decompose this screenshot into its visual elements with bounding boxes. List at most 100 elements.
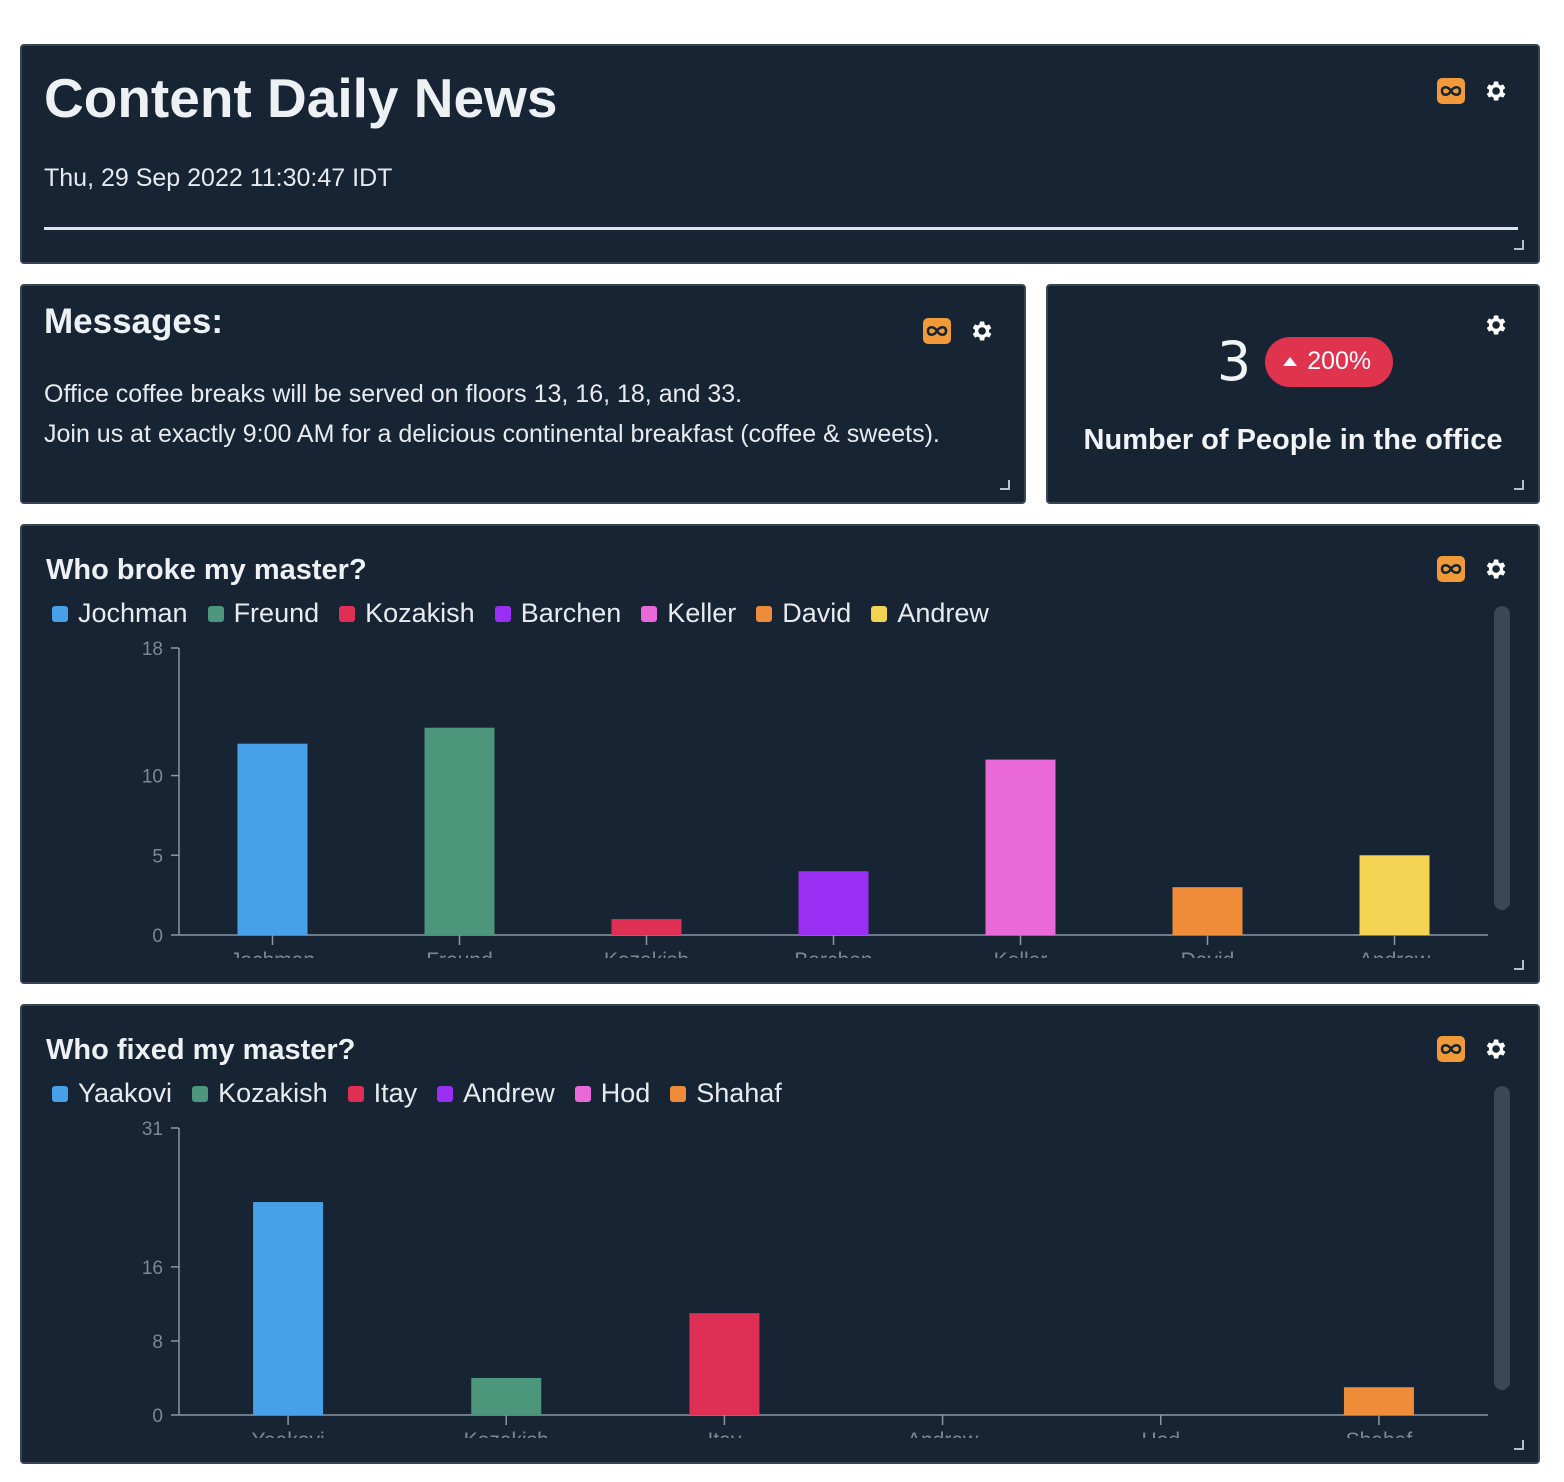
legend-label: Yaakovi: [78, 1078, 173, 1108]
bar-chart-broke: 0 5 10 18 Jochman Freund Kozakish Barchen Keller…: [142, 639, 1488, 958]
x-tick-label: Itay: [707, 1429, 741, 1438]
chart-tools: [1437, 1036, 1508, 1062]
chart-panel-fixed: 0 8 16 31 Yaakovi Kozakish Itay Andrew Hod Shahaf…: [20, 1004, 1540, 1464]
kpi-row: 3 200%: [1048, 330, 1538, 393]
y-tick-label: 8: [152, 1332, 163, 1353]
kpi-change-text: 200%: [1307, 347, 1372, 375]
legend-swatch: [871, 605, 888, 622]
resize-handle-icon[interactable]: [1000, 480, 1010, 490]
legend-item[interactable]: Andrew: [871, 598, 989, 629]
scrollbar[interactable]: [1494, 606, 1510, 910]
x-tick-label: Barchen: [794, 949, 872, 958]
legend-item[interactable]: Kozakish: [339, 598, 475, 629]
x-tick-label: David: [1181, 949, 1235, 958]
gear-icon[interactable]: [968, 318, 994, 344]
kpi-change-badge: 200%: [1265, 336, 1394, 387]
kpi-label: Number of People in the office: [1083, 424, 1503, 456]
resize-handle-icon[interactable]: [1514, 1440, 1524, 1450]
header-tools: [1437, 78, 1508, 104]
infinity-icon[interactable]: [923, 318, 951, 344]
y-tick-label: 16: [142, 1258, 163, 1279]
bar[interactable]: [1343, 1387, 1414, 1415]
x-tick-label: Jochman: [230, 949, 315, 958]
triangle-up-icon: [1283, 357, 1298, 366]
chart-tools: [1437, 556, 1508, 582]
legend-item[interactable]: Jochman: [52, 598, 188, 629]
legend-swatch: [670, 1085, 687, 1102]
legend-item[interactable]: Hod: [574, 1078, 651, 1109]
x-tick-label: Kozakish: [604, 949, 689, 958]
resize-handle-icon[interactable]: [1514, 240, 1524, 250]
legend-item[interactable]: Andrew: [437, 1078, 555, 1109]
y-tick-label: 0: [152, 926, 163, 947]
legend-swatch: [494, 605, 511, 622]
messages-title: Messages:: [44, 302, 223, 341]
infinity-icon[interactable]: [1437, 556, 1465, 582]
bar[interactable]: [985, 759, 1056, 935]
bar[interactable]: [471, 1377, 542, 1415]
x-tick-label: Freund: [426, 949, 493, 958]
y-tick-label: 18: [142, 639, 163, 660]
page-title: Content Daily News: [44, 67, 558, 129]
messages-body: Office coffee breaks will be served on f…: [44, 374, 940, 454]
scrollbar[interactable]: [1494, 1086, 1510, 1390]
legend-label: Andrew: [463, 1078, 555, 1108]
chart-panel-broke: 0 5 10 18 Jochman Freund Kozakish Barchen Keller…: [20, 524, 1540, 984]
legend-label: Itay: [373, 1078, 418, 1108]
legend-swatch: [339, 605, 356, 622]
kpi-panel: 3 200% Number of People in the office: [1046, 284, 1540, 504]
legend-item[interactable]: Shahaf: [670, 1078, 782, 1109]
legend-label: Andrew: [897, 598, 989, 628]
resize-handle-icon[interactable]: [1514, 480, 1524, 490]
chart-title: Who broke my master?: [46, 554, 367, 586]
bar[interactable]: [1359, 855, 1430, 935]
legend-label: Freund: [233, 598, 320, 628]
y-tick-label: 10: [142, 767, 163, 788]
bar-chart-fixed: 0 8 16 31 Yaakovi Kozakish Itay Andrew Hod Shahaf: [142, 1119, 1488, 1438]
legend-item[interactable]: Itay: [347, 1078, 418, 1109]
x-tick-label: Yaakovi: [252, 1429, 325, 1438]
legend-swatch: [574, 1085, 591, 1102]
legend-label: Kozakish: [365, 598, 475, 628]
x-tick-label: Andrew: [1359, 949, 1431, 958]
bar[interactable]: [424, 727, 495, 935]
bar[interactable]: [253, 1202, 324, 1415]
legend-label: Hod: [600, 1078, 651, 1108]
legend-item[interactable]: David: [756, 598, 851, 629]
legend-item[interactable]: Yaakovi: [52, 1078, 172, 1109]
legend-swatch: [437, 1085, 454, 1102]
legend-label: Barchen: [520, 598, 622, 628]
chart-legend: Yaakovi Kozakish Itay Andrew Hod Shahaf: [52, 1078, 782, 1109]
bar[interactable]: [689, 1313, 760, 1415]
infinity-icon[interactable]: [1437, 78, 1465, 104]
message-line: Join us at exactly 9:00 AM for a delicio…: [44, 420, 940, 448]
legend-label: David: [782, 598, 852, 628]
legend-item[interactable]: Freund: [207, 598, 320, 629]
legend-swatch: [756, 605, 773, 622]
bar[interactable]: [798, 871, 869, 935]
legend-swatch: [641, 605, 658, 622]
legend-item[interactable]: Keller: [641, 598, 736, 629]
bar[interactable]: [237, 743, 308, 935]
messages-panel: Messages: Office coffee breaks will be s…: [20, 284, 1026, 504]
y-tick-label: 5: [152, 846, 163, 867]
legend-label: Shahaf: [696, 1078, 782, 1108]
bar[interactable]: [611, 919, 682, 935]
messages-tools: [923, 318, 994, 344]
bar[interactable]: [1172, 887, 1243, 935]
divider: [44, 227, 1518, 230]
y-tick-label: 0: [152, 1406, 163, 1427]
legend-item[interactable]: Kozakish: [192, 1078, 328, 1109]
gear-icon[interactable]: [1482, 556, 1508, 582]
infinity-icon[interactable]: [1437, 1036, 1465, 1062]
x-tick-label: Andrew: [907, 1429, 979, 1438]
gear-icon[interactable]: [1482, 1036, 1508, 1062]
gear-icon[interactable]: [1482, 78, 1508, 104]
x-tick-label: Shahaf: [1346, 1429, 1413, 1438]
legend-label: Keller: [667, 598, 737, 628]
legend-label: Kozakish: [218, 1078, 328, 1108]
message-line: Office coffee breaks will be served on f…: [44, 380, 743, 408]
chart-title: Who fixed my master?: [46, 1034, 356, 1066]
legend-item[interactable]: Barchen: [494, 598, 622, 629]
resize-handle-icon[interactable]: [1514, 960, 1524, 970]
